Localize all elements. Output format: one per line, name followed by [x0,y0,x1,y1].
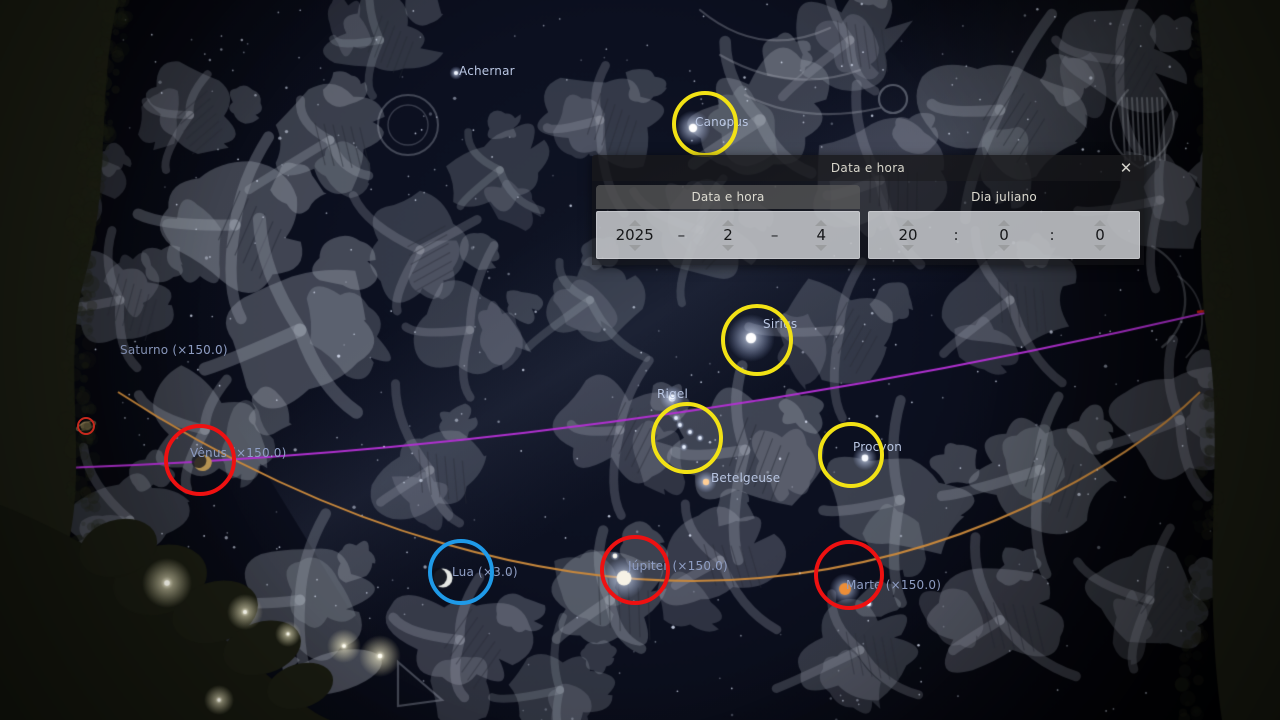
dialog-title: Data e hora [830,161,906,175]
marker-circle-rigel [651,402,723,474]
date-time-column-header: Data e hora [596,185,860,209]
landscape-silhouette [0,0,1280,720]
dialog-titlebar[interactable]: Data e hora ✕ [592,155,1144,181]
time-spin-row[interactable]: 20 : 0 : 0 [868,211,1140,259]
hour-decrement-icon[interactable] [902,244,914,251]
close-icon[interactable]: ✕ [1118,160,1134,176]
month-increment-icon[interactable] [721,219,734,226]
month-spinbox[interactable]: 2 [690,212,765,258]
marker-circle-procyon [818,422,884,488]
second-value[interactable]: 0 [1095,227,1105,243]
year-increment-icon[interactable] [628,219,641,226]
marker-circle-venus [164,424,236,496]
marker-circle-saturno [77,417,95,435]
day-increment-icon[interactable] [815,219,828,226]
date-time-column: Data e hora 2025 – 2 – 4 [592,181,864,265]
minute-decrement-icon[interactable] [998,244,1010,251]
second-decrement-icon[interactable] [1094,244,1106,251]
minute-spinbox[interactable]: 0 [965,212,1043,258]
julian-day-column-header: Dia juliano [971,190,1037,204]
day-spinbox[interactable]: 4 [784,212,859,258]
marker-circle-marte [814,540,884,610]
second-increment-icon[interactable] [1094,219,1106,226]
day-value[interactable]: 4 [817,227,827,243]
julian-day-column: Dia juliano 20 : 0 : 0 [864,181,1144,265]
month-value[interactable]: 2 [723,227,733,243]
marker-circle-canopus [672,91,738,157]
minute-increment-icon[interactable] [998,219,1010,226]
stellarium-viewport[interactable]: AchernarCanopusSiriusRigelBetelgeuseProc… [0,0,1280,720]
day-decrement-icon[interactable] [815,244,828,251]
marker-circle-jupiter [600,535,670,605]
date-separator-2: – [770,226,779,244]
dialog-body: Data e hora 2025 – 2 – 4 Dia juliano 20 … [592,181,1144,265]
date-time-dialog[interactable]: Data e hora ✕ Data e hora 2025 – 2 – 4 D… [592,155,1144,265]
time-separator-1: : [953,226,959,244]
time-separator-2: : [1049,226,1055,244]
month-decrement-icon[interactable] [721,244,734,251]
hour-spinbox[interactable]: 20 [869,212,947,258]
hour-increment-icon[interactable] [902,219,914,226]
minute-value[interactable]: 0 [999,227,1009,243]
marker-circle-lua [428,539,494,605]
second-spinbox[interactable]: 0 [1061,212,1139,258]
date-spin-row[interactable]: 2025 – 2 – 4 [596,211,860,259]
hour-value[interactable]: 20 [898,227,917,243]
marker-circle-sirius [721,304,793,376]
date-separator-1: – [677,226,686,244]
year-value[interactable]: 2025 [616,227,654,243]
year-decrement-icon[interactable] [628,244,641,251]
year-spinbox[interactable]: 2025 [597,212,672,258]
